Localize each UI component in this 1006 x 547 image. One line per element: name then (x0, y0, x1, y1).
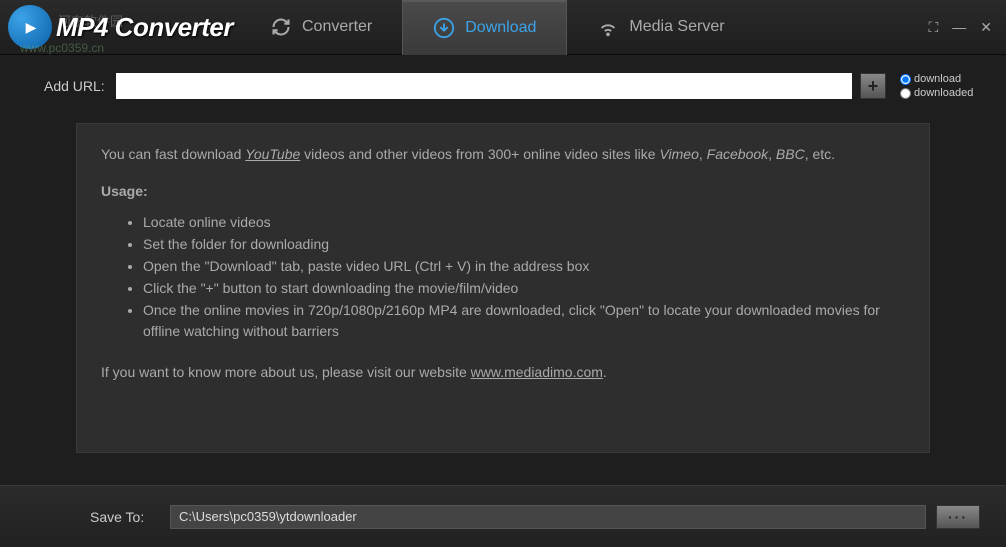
header: MP4 Converter 河东软件园 www.pc0359.cn Conver… (0, 0, 1006, 55)
minimize-icon[interactable]: — (952, 19, 966, 36)
refresh-icon (270, 16, 292, 38)
filter-label: download (914, 73, 961, 85)
tab-media-server[interactable]: Media Server (567, 0, 754, 55)
url-label: Add URL: (44, 78, 108, 94)
app-title: MP4 Converter (56, 12, 233, 43)
tab-converter[interactable]: Converter (240, 0, 402, 55)
filter-label: downloaded (914, 87, 973, 99)
list-item: Once the online movies in 720p/1080p/216… (143, 300, 905, 342)
website-link[interactable]: www.mediadimo.com (471, 364, 603, 380)
list-item: Locate online videos (143, 212, 905, 233)
tabs: Converter Download Media Server (240, 0, 928, 55)
bottom-bar: Save To: ··· (0, 485, 1006, 547)
tab-download[interactable]: Download (402, 0, 567, 55)
tab-label: Media Server (629, 18, 724, 36)
usage-list: Locate online videos Set the folder for … (101, 212, 905, 342)
url-bar: Add URL: + download downloaded (0, 55, 1006, 107)
logo-icon (8, 5, 52, 49)
list-item: Set the folder for downloading (143, 234, 905, 255)
filter-group: download downloaded (894, 73, 980, 99)
tab-label: Download (465, 19, 536, 37)
url-input[interactable] (116, 73, 852, 99)
list-item: Open the "Download" tab, paste video URL… (143, 256, 905, 277)
logo-area: MP4 Converter 河东软件园 www.pc0359.cn (0, 5, 240, 49)
radio-download[interactable] (900, 74, 911, 85)
radio-downloaded[interactable] (900, 88, 911, 99)
browse-button[interactable]: ··· (936, 505, 980, 529)
more-info: If you want to know more about us, pleas… (101, 362, 905, 383)
content-panel: You can fast download YouTube videos and… (76, 123, 930, 453)
close-icon[interactable]: ✕ (980, 19, 992, 36)
window-controls: ⛶ — ✕ (928, 19, 1006, 36)
save-label: Save To: (90, 509, 160, 525)
download-icon (433, 17, 455, 39)
expand-icon[interactable]: ⛶ (928, 19, 938, 36)
wifi-icon (597, 16, 619, 38)
filter-download[interactable]: download (900, 73, 980, 85)
save-path-input[interactable] (170, 505, 926, 529)
add-button[interactable]: + (860, 73, 886, 99)
list-item: Click the "+" button to start downloadin… (143, 278, 905, 299)
intro-text: You can fast download YouTube videos and… (101, 144, 905, 165)
usage-heading: Usage: (101, 181, 905, 202)
filter-downloaded[interactable]: downloaded (900, 87, 980, 99)
tab-label: Converter (302, 18, 372, 36)
